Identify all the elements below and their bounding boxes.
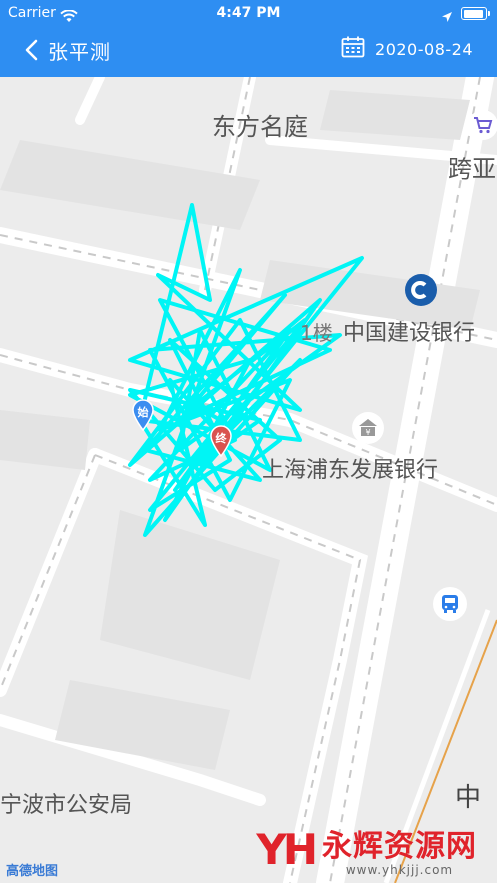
poi-label: 跨亚 xyxy=(448,155,496,183)
poi-label-partial: 1楼 xyxy=(300,321,333,345)
gps-track xyxy=(128,203,364,537)
watermark-name: 永辉资源网 xyxy=(322,829,477,864)
app-header: Carrier 4:47 PM 张平测 2020-08-24 xyxy=(0,0,497,77)
poi-label: 上海浦东发展银行 xyxy=(262,458,439,483)
amap-logo: 高德地图 xyxy=(6,864,59,879)
svg-text:¥: ¥ xyxy=(365,428,370,437)
calendar-icon xyxy=(341,36,365,62)
nav-bar: 张平测 2020-08-24 xyxy=(0,26,497,77)
date-picker-button[interactable]: 2020-08-24 xyxy=(341,36,473,62)
bus-stop-icon[interactable] xyxy=(433,587,467,621)
battery-icon xyxy=(461,7,490,20)
poi-label: 宁波市公安局 xyxy=(0,793,133,818)
end-marker-label: 终 xyxy=(215,432,227,445)
start-marker[interactable]: 始 xyxy=(131,399,155,432)
back-button[interactable]: 张平测 xyxy=(24,32,111,68)
watermark: YH 永辉资源网 www.yhkjjj.com xyxy=(256,821,477,878)
status-bar: Carrier 4:47 PM xyxy=(0,0,497,26)
shopping-cart-icon[interactable] xyxy=(468,110,497,140)
page-title: 张平测 xyxy=(48,39,111,64)
clock-time: 4:47 PM xyxy=(216,5,281,21)
poi-label: 东方名庭 xyxy=(212,113,308,141)
poi-label: 中国建设银行 xyxy=(343,321,476,346)
bank-icon[interactable]: ¥ xyxy=(352,412,384,444)
road-label: 中 xyxy=(455,783,482,813)
bank-logo-icon[interactable] xyxy=(405,274,437,306)
map-block xyxy=(0,140,260,230)
watermark-logo: YH xyxy=(256,824,318,874)
map-road xyxy=(75,77,105,125)
map-view[interactable]: 东方名庭 跨亚 1楼 中国建设银行 ¥ 上海浦东发展银行 宁波市公安局 中 始 … xyxy=(0,77,497,883)
start-marker-label: 始 xyxy=(137,406,149,419)
end-marker[interactable]: 终 xyxy=(209,425,233,458)
chevron-left-icon xyxy=(24,39,38,61)
selected-date: 2020-08-24 xyxy=(375,39,473,59)
watermark-url: www.yhkjjj.com xyxy=(345,863,454,877)
